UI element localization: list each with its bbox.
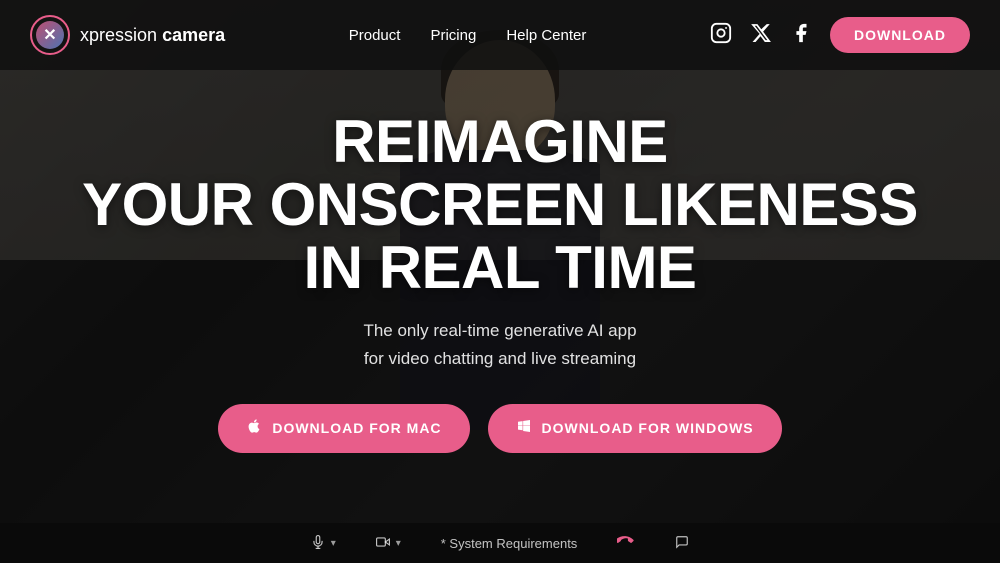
download-windows-button[interactable]: DOWNLOAD FOR WINDOWS: [488, 404, 782, 453]
hero-title: REIMAGINE YOUR ONSCREEN LIKENESS IN REAL…: [82, 110, 918, 299]
chat-icon: [675, 535, 689, 552]
mic-icon: [311, 535, 325, 552]
nav-right: DOWNLOAD: [710, 17, 970, 53]
nav-pricing[interactable]: Pricing: [430, 27, 476, 44]
hero-content: REIMAGINE YOUR ONSCREEN LIKENESS IN REAL…: [0, 40, 1000, 523]
download-mac-button[interactable]: DOWNLOAD FOR MAC: [218, 404, 469, 453]
logo-icon: ✕: [30, 15, 70, 55]
end-call-icon: [617, 535, 635, 552]
hero-section: ✕ xpression camera Product Pricing Help …: [0, 0, 1000, 563]
hero-subtitle-line1: The only real-time generative AI app: [363, 321, 636, 340]
hero-title-line1: REIMAGINE: [332, 108, 668, 175]
bottom-chat[interactable]: [675, 535, 689, 552]
camera-caret: ▾: [396, 538, 401, 549]
logo-plain: xpression: [80, 25, 157, 45]
cta-buttons: DOWNLOAD FOR MAC DOWNLOAD FOR WINDOWS: [218, 404, 781, 453]
nav-links: Product Pricing Help Center: [349, 27, 587, 44]
download-mac-label: DOWNLOAD FOR MAC: [272, 420, 441, 436]
nav-help-center[interactable]: Help Center: [506, 27, 586, 44]
camera-icon: [376, 535, 390, 552]
apple-icon: [246, 418, 262, 439]
download-windows-label: DOWNLOAD FOR WINDOWS: [542, 420, 754, 436]
logo-area: ✕ xpression camera: [30, 15, 225, 55]
hero-title-line3: IN REAL TIME: [304, 234, 697, 301]
bottom-bar: ▾ ▾ * System Requirements: [0, 523, 1000, 563]
instagram-icon[interactable]: [710, 22, 732, 49]
navbar-download-button[interactable]: DOWNLOAD: [830, 17, 970, 53]
hero-subtitle-line2: for video chatting and live streaming: [364, 349, 636, 368]
nav-product[interactable]: Product: [349, 27, 401, 44]
logo-symbol: ✕: [43, 25, 56, 45]
bottom-mic[interactable]: ▾: [311, 535, 336, 552]
hero-title-line2: YOUR ONSCREEN LIKENESS: [82, 171, 918, 238]
hero-subtitle: The only real-time generative AI app for…: [363, 317, 636, 371]
windows-icon: [516, 418, 532, 439]
bottom-camera[interactable]: ▾: [376, 535, 401, 552]
bottom-end-call[interactable]: [617, 535, 635, 552]
logo-bold: camera: [162, 25, 225, 45]
twitter-icon[interactable]: [750, 22, 772, 49]
system-requirements[interactable]: * System Requirements: [441, 536, 578, 551]
navbar: ✕ xpression camera Product Pricing Help …: [0, 0, 1000, 70]
facebook-icon[interactable]: [790, 22, 812, 49]
system-req-label: * System Requirements: [441, 536, 578, 551]
mic-caret: ▾: [331, 538, 336, 549]
logo-text: xpression camera: [80, 25, 225, 46]
